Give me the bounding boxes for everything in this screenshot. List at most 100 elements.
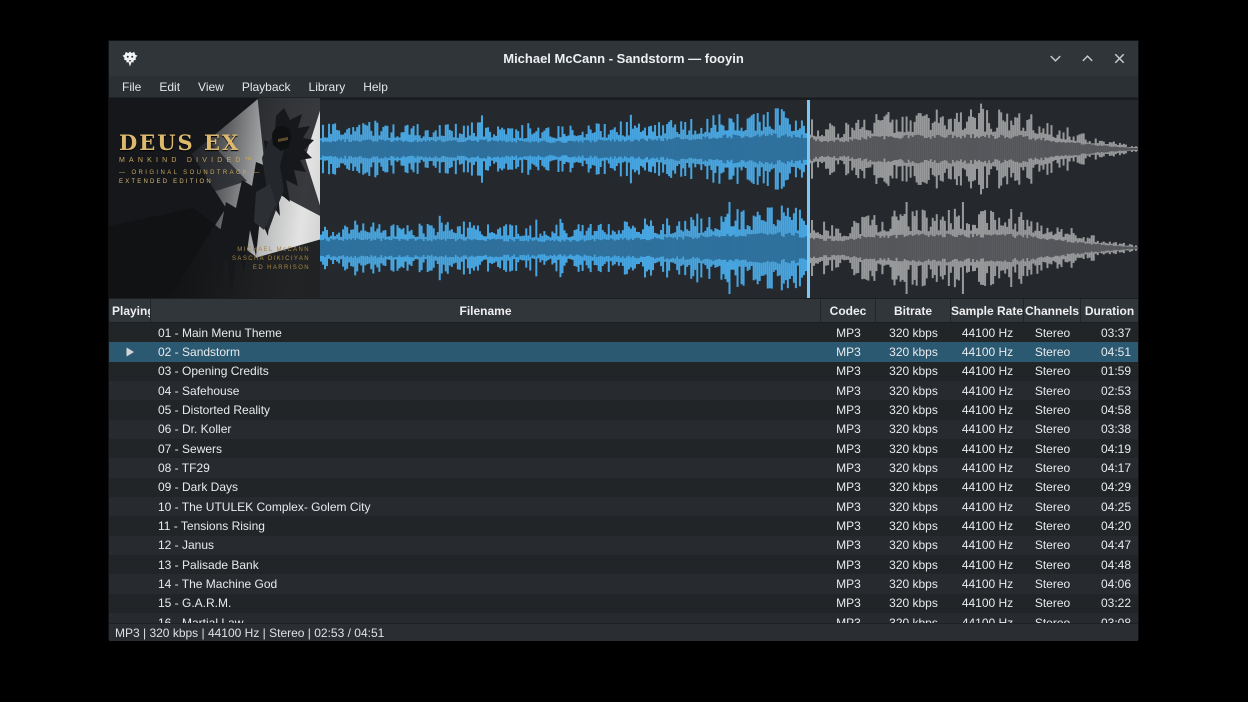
cell-duration: 03:22 xyxy=(1081,594,1138,613)
playlist-row[interactable]: 16 - Martial LawMP3320 kbps44100 HzStere… xyxy=(109,613,1138,623)
playing-cell xyxy=(109,381,151,400)
menu-item-help[interactable]: Help xyxy=(354,78,397,96)
column-header-filename[interactable]: Filename xyxy=(151,299,821,322)
cell-filename: 10 - The UTULEK Complex- Golem City xyxy=(151,497,821,516)
cell-bitrate: 320 kbps xyxy=(876,323,951,342)
cell-channels: Stereo xyxy=(1024,536,1081,555)
cell-channels: Stereo xyxy=(1024,458,1081,477)
menu-item-edit[interactable]: Edit xyxy=(150,78,189,96)
art-subtitle: MANKIND DIVIDED™ xyxy=(119,157,262,164)
playlist-row[interactable]: 02 - SandstormMP3320 kbps44100 HzStereo0… xyxy=(109,342,1138,361)
cell-sample-rate: 44100 Hz xyxy=(951,420,1024,439)
maximize-icon[interactable] xyxy=(1078,50,1096,68)
cell-codec: MP3 xyxy=(821,555,876,574)
cell-duration: 04:20 xyxy=(1081,516,1138,535)
cell-codec: MP3 xyxy=(821,536,876,555)
waveform-seekbar[interactable] xyxy=(320,98,1138,298)
art-credit-line: ED HARRISON xyxy=(232,264,310,273)
column-header-sample-rate[interactable]: Sample Rate xyxy=(951,299,1024,322)
cell-sample-rate: 44100 Hz xyxy=(951,342,1024,361)
cell-bitrate: 320 kbps xyxy=(876,536,951,555)
playing-cell xyxy=(109,420,151,439)
menu-item-file[interactable]: File xyxy=(113,78,150,96)
cell-duration: 04:19 xyxy=(1081,439,1138,458)
cell-codec: MP3 xyxy=(821,342,876,361)
cell-bitrate: 320 kbps xyxy=(876,497,951,516)
minimize-icon[interactable] xyxy=(1046,50,1064,68)
cell-codec: MP3 xyxy=(821,439,876,458)
play-icon xyxy=(125,347,135,357)
playlist-row[interactable]: 07 - SewersMP3320 kbps44100 HzStereo04:1… xyxy=(109,439,1138,458)
playing-cell xyxy=(109,574,151,593)
media-panel: DEUS EX MANKIND DIVIDED™ — ORIGINAL SOUN… xyxy=(109,98,1138,298)
cell-filename: 03 - Opening Credits xyxy=(151,362,821,381)
playlist-row[interactable]: 14 - The Machine GodMP3320 kbps44100 HzS… xyxy=(109,574,1138,593)
cell-bitrate: 320 kbps xyxy=(876,613,951,623)
cell-codec: MP3 xyxy=(821,420,876,439)
column-header-playing[interactable]: Playing xyxy=(109,299,151,322)
window-controls xyxy=(1046,50,1128,68)
playing-cell xyxy=(109,362,151,381)
cell-channels: Stereo xyxy=(1024,439,1081,458)
playing-cell xyxy=(109,323,151,342)
cell-filename: 11 - Tensions Rising xyxy=(151,516,821,535)
art-soundtrack-line: — ORIGINAL SOUNDTRACK — xyxy=(119,170,262,176)
column-header-channels[interactable]: Channels xyxy=(1024,299,1081,322)
cell-codec: MP3 xyxy=(821,478,876,497)
fooyin-logo-icon xyxy=(119,48,141,70)
playlist-row[interactable]: 05 - Distorted RealityMP3320 kbps44100 H… xyxy=(109,400,1138,419)
menu-item-playback[interactable]: Playback xyxy=(233,78,300,96)
cell-bitrate: 320 kbps xyxy=(876,574,951,593)
cell-sample-rate: 44100 Hz xyxy=(951,478,1024,497)
playlist-row[interactable]: 01 - Main Menu ThemeMP3320 kbps44100 HzS… xyxy=(109,323,1138,342)
playing-cell xyxy=(109,400,151,419)
cell-duration: 04:48 xyxy=(1081,555,1138,574)
cell-filename: 15 - G.A.R.M. xyxy=(151,594,821,613)
playlist-row[interactable]: 03 - Opening CreditsMP3320 kbps44100 HzS… xyxy=(109,362,1138,381)
cell-channels: Stereo xyxy=(1024,594,1081,613)
cell-duration: 04:29 xyxy=(1081,478,1138,497)
cell-sample-rate: 44100 Hz xyxy=(951,516,1024,535)
cell-sample-rate: 44100 Hz xyxy=(951,613,1024,623)
playlist-row[interactable]: 08 - TF29MP3320 kbps44100 HzStereo04:17 xyxy=(109,458,1138,477)
album-art: DEUS EX MANKIND DIVIDED™ — ORIGINAL SOUN… xyxy=(109,98,320,298)
cell-sample-rate: 44100 Hz xyxy=(951,497,1024,516)
fooyin-window: Michael McCann - Sandstorm — fooyin File… xyxy=(108,40,1139,640)
art-logo-block: DEUS EX MANKIND DIVIDED™ — ORIGINAL SOUN… xyxy=(119,130,262,185)
playlist-row[interactable]: 10 - The UTULEK Complex- Golem CityMP332… xyxy=(109,497,1138,516)
cell-channels: Stereo xyxy=(1024,362,1081,381)
titlebar[interactable]: Michael McCann - Sandstorm — fooyin xyxy=(109,41,1138,76)
cell-bitrate: 320 kbps xyxy=(876,420,951,439)
playlist-row[interactable]: 04 - SafehouseMP3320 kbps44100 HzStereo0… xyxy=(109,381,1138,400)
column-header-bitrate[interactable]: Bitrate xyxy=(876,299,951,322)
cell-sample-rate: 44100 Hz xyxy=(951,362,1024,381)
playlist-row[interactable]: 13 - Palisade BankMP3320 kbps44100 HzSte… xyxy=(109,555,1138,574)
playlist-row[interactable]: 11 - Tensions RisingMP3320 kbps44100 HzS… xyxy=(109,516,1138,535)
cell-filename: 12 - Janus xyxy=(151,536,821,555)
cell-bitrate: 320 kbps xyxy=(876,594,951,613)
playing-cell xyxy=(109,536,151,555)
cell-filename: 16 - Martial Law xyxy=(151,613,821,623)
cell-filename: 07 - Sewers xyxy=(151,439,821,458)
cell-filename: 13 - Palisade Bank xyxy=(151,555,821,574)
cell-codec: MP3 xyxy=(821,594,876,613)
column-header-duration[interactable]: Duration xyxy=(1081,299,1138,322)
playlist-row[interactable]: 09 - Dark DaysMP3320 kbps44100 HzStereo0… xyxy=(109,478,1138,497)
playlist-row[interactable]: 15 - G.A.R.M.MP3320 kbps44100 HzStereo03… xyxy=(109,594,1138,613)
menu-item-view[interactable]: View xyxy=(189,78,233,96)
close-icon[interactable] xyxy=(1110,50,1128,68)
cell-duration: 04:25 xyxy=(1081,497,1138,516)
playing-cell xyxy=(109,458,151,477)
cell-filename: 08 - TF29 xyxy=(151,458,821,477)
playlist-row[interactable]: 06 - Dr. KollerMP3320 kbps44100 HzStereo… xyxy=(109,420,1138,439)
cell-bitrate: 320 kbps xyxy=(876,555,951,574)
cell-sample-rate: 44100 Hz xyxy=(951,439,1024,458)
playlist-row[interactable]: 12 - JanusMP3320 kbps44100 HzStereo04:47 xyxy=(109,536,1138,555)
playing-cell xyxy=(109,555,151,574)
playlist[interactable]: 01 - Main Menu ThemeMP3320 kbps44100 HzS… xyxy=(109,323,1138,623)
playing-cell xyxy=(109,497,151,516)
playing-cell xyxy=(109,439,151,458)
menu-item-library[interactable]: Library xyxy=(300,78,355,96)
column-header-codec[interactable]: Codec xyxy=(821,299,876,322)
cell-bitrate: 320 kbps xyxy=(876,362,951,381)
